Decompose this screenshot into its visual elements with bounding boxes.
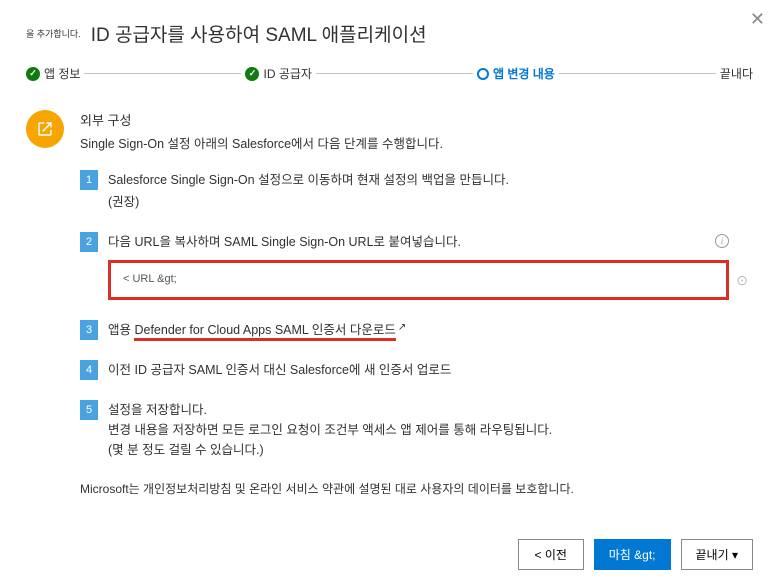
check-icon: ✓ — [26, 67, 40, 81]
external-link-badge — [26, 110, 64, 148]
previous-button[interactable]: < 이전 — [518, 539, 584, 570]
step-text: Salesforce Single Sign-On 설정으로 이동하며 현재 설… — [108, 173, 509, 187]
step-label: 앱 변경 내용 — [493, 65, 555, 82]
wizard-stepper: ✓ 앱 정보 ✓ ID 공급자 앱 변경 내용 끝내다 — [26, 65, 753, 82]
instruction-step-3: 3 앱용 Defender for Cloud Apps SAML 인증서 다운… — [80, 320, 753, 340]
step-divider — [316, 73, 473, 74]
saml-url-field[interactable]: < URL &gt; ⊙ — [108, 260, 729, 300]
finish-button[interactable]: 마침 &gt; — [594, 539, 671, 570]
check-icon: ✓ — [245, 67, 259, 81]
step-divider — [559, 73, 716, 74]
step-label: 앱 정보 — [44, 65, 80, 82]
instruction-step-2: 2 다음 URL을 복사하며 SAML Single Sign-On URL로 … — [80, 232, 753, 300]
section-title: 외부 구성 — [80, 110, 753, 129]
download-cert-link[interactable]: Defender for Cloud Apps SAML 인증서 다운로드 — [134, 323, 395, 341]
close-button[interactable]: ✕ — [750, 10, 765, 28]
step-text-line2: 변경 내용을 저장하면 모든 로그인 요청이 조건부 액세스 앱 제어를 통해 … — [108, 420, 729, 440]
step-number: 2 — [80, 232, 98, 252]
step-recommended: (권장) — [108, 192, 729, 212]
external-link-icon: ↗ — [398, 320, 406, 336]
step-app-changes[interactable]: 앱 변경 내용 — [477, 65, 555, 82]
external-link-icon — [36, 120, 54, 138]
privacy-footnote: Microsoft는 개인정보처리방침 및 온라인 서비스 약관에 설명된 대로… — [80, 480, 753, 497]
step-number: 1 — [80, 170, 98, 190]
circle-icon — [477, 68, 489, 80]
step-app-info[interactable]: ✓ 앱 정보 — [26, 65, 80, 82]
copy-icon[interactable]: ⊙ — [736, 269, 748, 291]
step-text-prefix: 앱용 — [108, 323, 134, 337]
step-label: ID 공급자 — [263, 65, 311, 82]
instruction-step-1: 1 Salesforce Single Sign-On 설정으로 이동하며 현재… — [80, 170, 753, 212]
step-number: 4 — [80, 360, 98, 380]
instruction-step-4: 4 이전 ID 공급자 SAML 인증서 대신 Salesforce에 새 인증… — [80, 360, 753, 380]
step-number: 3 — [80, 320, 98, 340]
step-text-line1: 설정을 저장합니다. — [108, 400, 729, 420]
section-description: Single Sign-On 설정 아래의 Salesforce에서 다음 단계… — [80, 133, 753, 152]
step-id-provider[interactable]: ✓ ID 공급자 — [245, 65, 311, 82]
header-prefix: 을 추가합니다. — [26, 27, 81, 40]
step-text: 다음 URL을 복사하며 SAML Single Sign-On URL로 붙여… — [108, 235, 461, 249]
dialog-header: 을 추가합니다. ID 공급자를 사용하여 SAML 애플리케이션 — [26, 20, 753, 47]
info-icon[interactable]: i — [715, 234, 729, 248]
step-label: 끝내다 — [720, 65, 753, 82]
page-title: ID 공급자를 사용하여 SAML 애플리케이션 — [91, 20, 427, 47]
step-divider — [84, 73, 241, 74]
export-button[interactable]: 끝내기 ▾ — [681, 539, 753, 570]
wizard-footer: < 이전 마침 &gt; 끝내기 ▾ — [518, 539, 753, 570]
step-number: 5 — [80, 400, 98, 420]
url-placeholder: < URL &gt; — [123, 273, 177, 285]
step-text: 이전 ID 공급자 SAML 인증서 대신 Salesforce에 새 인증서 … — [108, 363, 451, 377]
step-finish[interactable]: 끝내다 — [720, 65, 753, 82]
instruction-step-5: 5 설정을 저장합니다. 변경 내용을 저장하면 모든 로그인 요청이 조건부 … — [80, 400, 753, 460]
step-text-line3: (몇 분 정도 걸릴 수 있습니다.) — [108, 440, 729, 460]
